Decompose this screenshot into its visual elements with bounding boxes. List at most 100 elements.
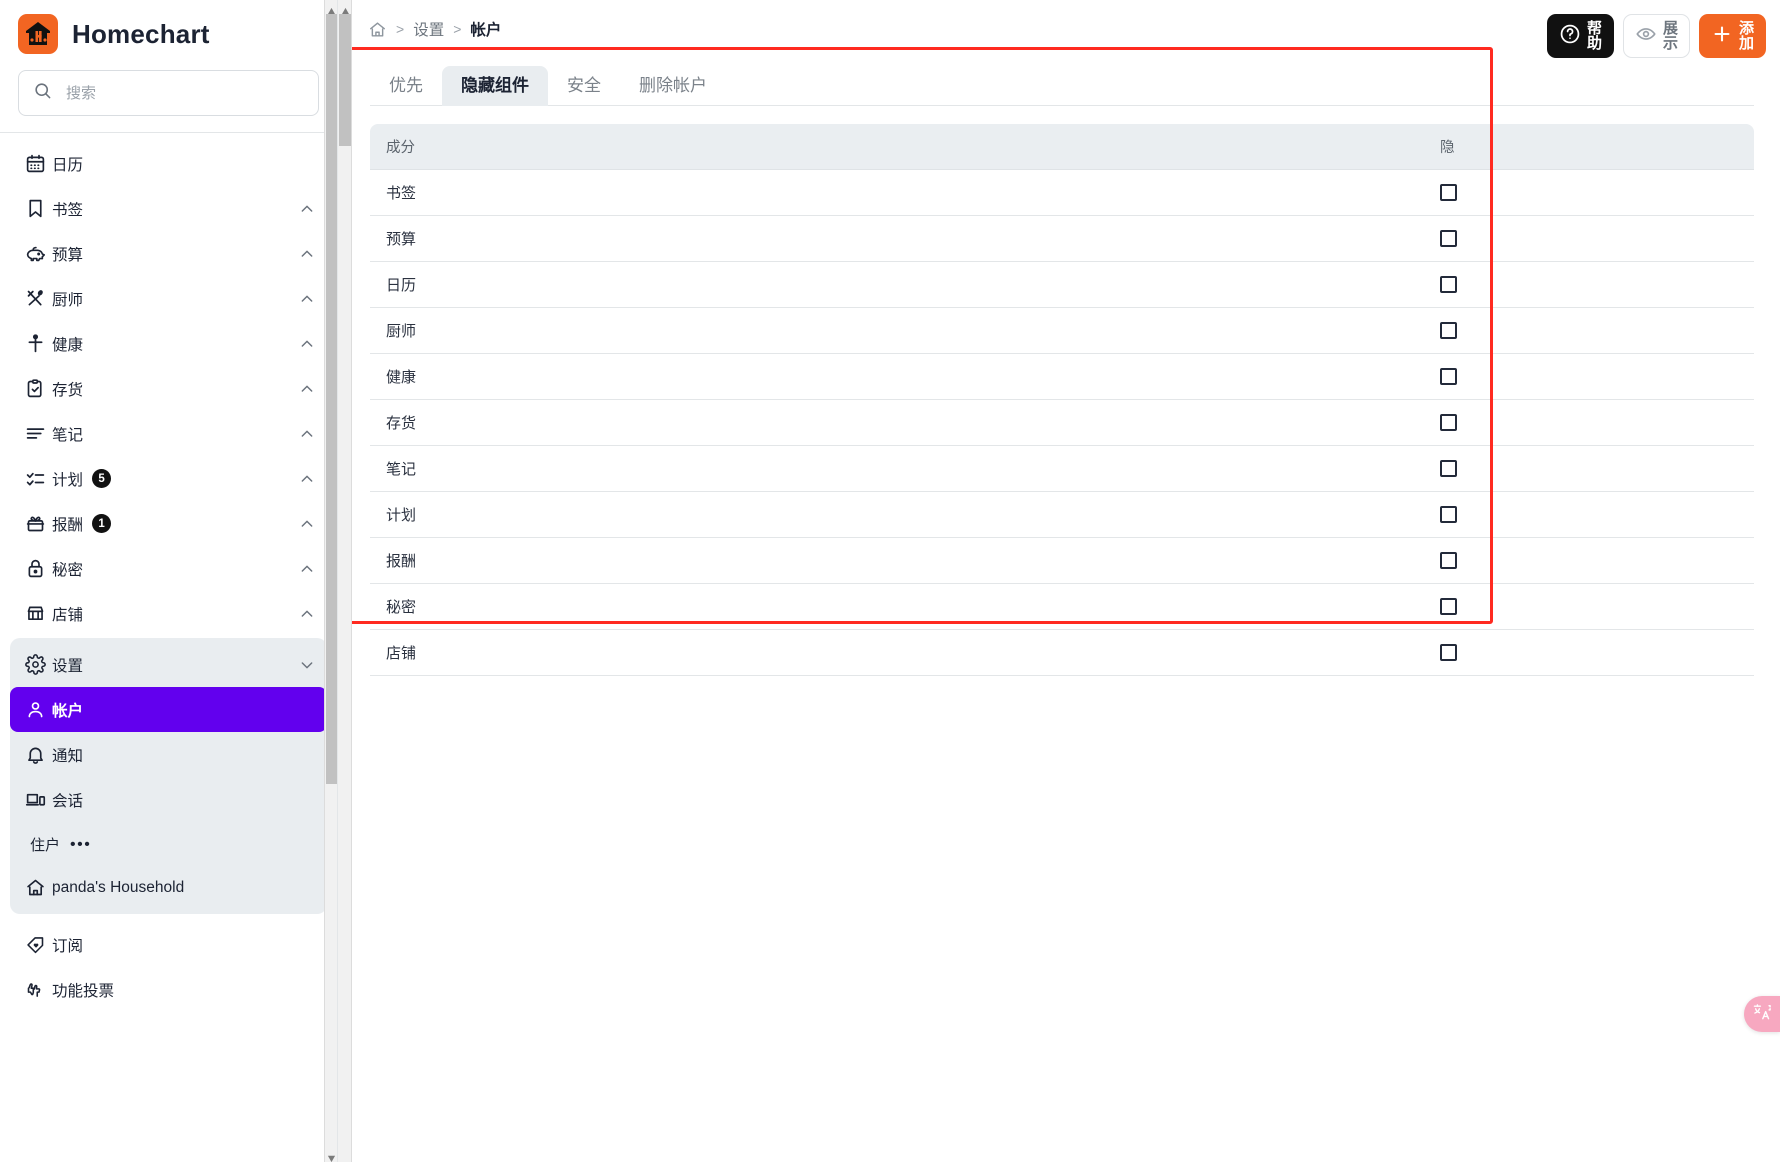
lines-icon [18, 423, 52, 444]
hidden-checkbox[interactable] [1440, 460, 1457, 477]
chevron-up-icon[interactable] [299, 291, 315, 307]
settings-group: 设置 帐户 [10, 638, 327, 914]
sidebar-scroll-thumb[interactable] [326, 14, 337, 784]
sidebar-item-health[interactable]: 健康 [10, 321, 327, 366]
sidebar-item-household[interactable]: panda's Household [10, 865, 327, 910]
table-row[interactable]: 预算 [370, 216, 1754, 262]
sidebar-item-feature-vote[interactable]: 功能投票 [10, 967, 327, 1012]
add-button-label: 添 加 [1739, 21, 1754, 52]
cell-hidden [1424, 538, 1754, 584]
hidden-checkbox[interactable] [1440, 598, 1457, 615]
sidebar-item-cook[interactable]: 厨师 [10, 276, 327, 321]
sidebar-item-inventory[interactable]: 存货 [10, 366, 327, 411]
show-button[interactable]: 展 示 [1623, 14, 1690, 58]
hidden-checkbox[interactable] [1440, 506, 1457, 523]
gear-icon [18, 654, 52, 675]
table-row[interactable]: 书签 [370, 170, 1754, 216]
table-row[interactable]: 存货 [370, 400, 1754, 446]
sidebar-item-label: 秘密 [52, 558, 83, 580]
chevron-up-icon[interactable] [299, 471, 315, 487]
sidebar-item-bookmarks[interactable]: 书签 [10, 186, 327, 231]
account-settings-panel: 优先 隐藏组件 安全 删除帐户 成分 隐 书签 [338, 59, 1780, 676]
table-row[interactable]: 店铺 [370, 630, 1754, 676]
sidebar-item-subscription[interactable]: 订阅 [10, 922, 327, 967]
translate-widget[interactable] [1744, 996, 1780, 1032]
table-row[interactable]: 计划 [370, 492, 1754, 538]
chevron-up-icon[interactable] [299, 516, 315, 532]
tab-preferences[interactable]: 优先 [370, 66, 442, 106]
chevron-up-icon[interactable] [299, 246, 315, 262]
brand[interactable]: Homechart [0, 0, 337, 64]
sidebar-item-plan[interactable]: 计划 5 [10, 456, 327, 501]
chevron-up-icon[interactable] [299, 336, 315, 352]
table-row[interactable]: 报酬 [370, 538, 1754, 584]
chevron-down-icon[interactable] [299, 657, 315, 673]
hidden-checkbox[interactable] [1440, 184, 1457, 201]
search-input[interactable] [66, 85, 304, 102]
breadcrumb-item-settings[interactable]: 设置 [413, 18, 444, 40]
sidebar-item-calendar[interactable]: 日历 [10, 141, 327, 186]
sidebar-item-shop[interactable]: 店铺 [10, 591, 327, 636]
sidebar-item-notifications[interactable]: 通知 [10, 732, 327, 777]
search-icon [33, 81, 52, 105]
brand-name: Homechart [72, 19, 210, 50]
chevron-up-icon[interactable] [299, 561, 315, 577]
sidebar-scrollbar[interactable] [324, 0, 337, 1162]
sidebar-item-notes[interactable]: 笔记 [10, 411, 327, 456]
lock-icon [18, 558, 52, 579]
ellipsis-icon[interactable]: ••• [70, 840, 91, 850]
checklist-icon [18, 468, 52, 489]
person-icon [18, 333, 52, 354]
cell-hidden [1424, 584, 1754, 630]
table-row[interactable]: 厨师 [370, 308, 1754, 354]
cell-hidden [1424, 308, 1754, 354]
sidebar-item-rewards[interactable]: 报酬 1 [10, 501, 327, 546]
hidden-components-table: 成分 隐 书签 预算 日历 [370, 124, 1754, 676]
chevron-up-icon[interactable] [299, 381, 315, 397]
scroll-down-arrow-icon[interactable] [327, 1150, 336, 1159]
hidden-checkbox[interactable] [1440, 644, 1457, 661]
sidebar-item-label: 会话 [52, 789, 83, 811]
sidebar-item-secrets[interactable]: 秘密 [10, 546, 327, 591]
table-row[interactable]: 笔记 [370, 446, 1754, 492]
main-scroll-thumb[interactable] [339, 14, 351, 146]
chevron-up-icon[interactable] [299, 606, 315, 622]
hidden-checkbox[interactable] [1440, 414, 1457, 431]
scroll-up-arrow-icon[interactable] [327, 3, 336, 12]
fork-spoon-icon [18, 288, 52, 309]
sidebar-item-settings[interactable]: 设置 [10, 642, 327, 687]
tab-hidden-components[interactable]: 隐藏组件 [442, 66, 548, 106]
add-button[interactable]: 添 加 [1699, 14, 1766, 58]
cell-hidden [1424, 630, 1754, 676]
tab-delete-account[interactable]: 删除帐户 [620, 66, 726, 106]
table-row[interactable]: 秘密 [370, 584, 1754, 630]
table-row[interactable]: 日历 [370, 262, 1754, 308]
top-actions: 帮 助 展 示 [1547, 14, 1766, 58]
sidebar-item-budget[interactable]: 预算 [10, 231, 327, 276]
search-box[interactable] [18, 70, 319, 116]
hidden-checkbox[interactable] [1440, 230, 1457, 247]
sidebar-item-account[interactable]: 帐户 [10, 687, 327, 732]
sidebar-item-sessions[interactable]: 会话 [10, 777, 327, 822]
chevron-up-icon[interactable] [299, 201, 315, 217]
sidebar-item-badge: 5 [92, 469, 111, 488]
hidden-checkbox[interactable] [1440, 368, 1457, 385]
sidebar-item-label: panda's Household [52, 879, 184, 897]
store-icon [18, 603, 52, 624]
hidden-checkbox[interactable] [1440, 322, 1457, 339]
search-wrapper [0, 64, 337, 132]
cell-hidden [1424, 446, 1754, 492]
hidden-checkbox[interactable] [1440, 552, 1457, 569]
household-group-header[interactable]: 住户 ••• [10, 822, 327, 865]
hidden-checkbox[interactable] [1440, 276, 1457, 293]
help-button[interactable]: 帮 助 [1547, 14, 1614, 58]
tab-security[interactable]: 安全 [548, 66, 620, 106]
gift-icon [18, 513, 52, 534]
home-icon[interactable] [368, 20, 387, 39]
table-row[interactable]: 健康 [370, 354, 1754, 400]
sidebar-item-label: 设置 [52, 654, 83, 676]
table-header-row: 成分 隐 [370, 124, 1754, 170]
main-scrollbar[interactable] [338, 0, 352, 1162]
chevron-up-icon[interactable] [299, 426, 315, 442]
tag-heart-icon [18, 934, 52, 955]
